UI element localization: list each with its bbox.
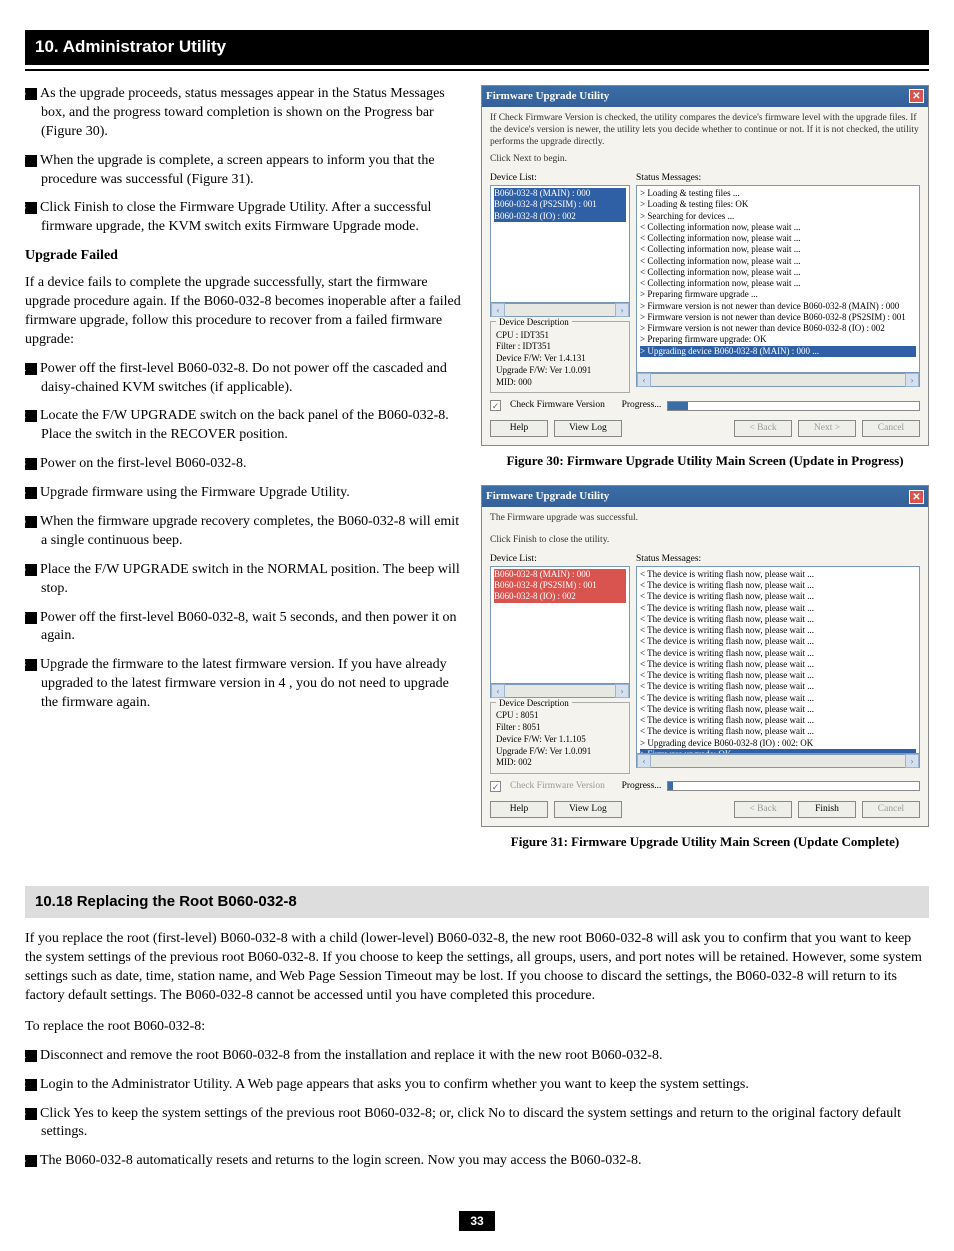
fig31-success: The Firmware upgrade was successful.	[490, 513, 920, 525]
help-button[interactable]: Help	[490, 420, 548, 437]
upgrade-failed-heading: Upgrade Failed	[25, 247, 463, 266]
right-column: Firmware Upgrade Utility ✕ If Check Firm…	[481, 85, 929, 866]
replace-step-4: 4The B060-032-8 automatically resets and…	[25, 1152, 929, 1171]
fig30-title: Firmware Upgrade Utility	[486, 89, 609, 104]
recover-step-2: 2Locate the F/W UPGRADE switch on the ba…	[25, 407, 463, 445]
fig30-status-messages[interactable]: > Loading & testing files ... > Loading …	[636, 185, 920, 373]
recover-step-3: 3Power on the first-level B060-032-8.	[25, 455, 463, 474]
fig30-note: If Check Firmware Version is checked, th…	[490, 113, 920, 149]
left-column: 6As the upgrade proceeds, status message…	[25, 85, 463, 866]
two-column-layout: 6As the upgrade proceeds, status message…	[25, 85, 929, 866]
recover-step-1: 1Power off the first-level B060-032-8. D…	[25, 360, 463, 398]
scrollbar[interactable]: ‹›	[490, 684, 630, 698]
close-icon[interactable]: ✕	[909, 89, 924, 103]
step-7: 7When the upgrade is complete, a screen …	[25, 152, 463, 190]
status-messages-label: Status Messages:	[636, 553, 920, 566]
cancel-button: Cancel	[862, 420, 920, 437]
fig30-titlebar: Firmware Upgrade Utility ✕	[482, 86, 928, 107]
progress-bar	[667, 781, 920, 791]
fig30-device-description: Device Description CPU : IDT351 Filter :…	[490, 321, 630, 393]
progress-bar	[667, 401, 920, 411]
back-button: < Back	[734, 420, 792, 437]
viewlog-button[interactable]: View Log	[554, 420, 622, 437]
help-button[interactable]: Help	[490, 801, 548, 818]
fig31-title: Firmware Upgrade Utility	[486, 489, 609, 504]
subsection-heading: 10.18 Replacing the Root B060-032-8	[25, 886, 929, 918]
upgrade-failed-intro: If a device fails to complete the upgrad…	[25, 274, 463, 350]
section-1018-intro: If you replace the root (first-level) B0…	[25, 930, 929, 1006]
check-firmware-checkbox[interactable]: ✓	[490, 400, 501, 411]
scrollbar[interactable]: ‹›	[636, 373, 920, 387]
fig31-titlebar: Firmware Upgrade Utility ✕	[482, 486, 928, 507]
fig31-device-list[interactable]: B060-032-8 (MAIN) : 000 B060-032-8 (PS2S…	[490, 566, 630, 684]
section-1018-lead: To replace the root B060-032-8:	[25, 1018, 929, 1037]
recover-step-5: 5When the firmware upgrade recovery comp…	[25, 513, 463, 551]
status-messages-label: Status Messages:	[636, 172, 920, 185]
fig31-caption: Figure 31: Firmware Upgrade Utility Main…	[481, 833, 929, 851]
check-firmware-label: Check Firmware Version	[510, 780, 605, 793]
badge-6: 6	[25, 88, 37, 100]
check-firmware-checkbox[interactable]: ✓	[490, 781, 501, 792]
progress-label: Progress...	[622, 399, 662, 412]
close-icon[interactable]: ✕	[909, 490, 924, 504]
fig30-caption: Figure 30: Firmware Upgrade Utility Main…	[481, 452, 929, 470]
recover-step-4: 4Upgrade firmware using the Firmware Upg…	[25, 484, 463, 503]
fig31-dialog: Firmware Upgrade Utility ✕ The Firmware …	[481, 485, 929, 826]
cancel-button: Cancel	[862, 801, 920, 818]
fig31-status-messages[interactable]: < The device is writing flash now, pleas…	[636, 566, 920, 754]
progress-label: Progress...	[622, 780, 662, 793]
device-list-label: Device List:	[490, 553, 630, 566]
recover-step-6: 6Place the F/W UPGRADE switch in the NOR…	[25, 561, 463, 599]
fig31-device-description: Device Description CPU : 8051 Filter : 8…	[490, 702, 630, 774]
finish-button[interactable]: Finish	[798, 801, 856, 818]
scrollbar[interactable]: ‹›	[490, 303, 630, 317]
fig30-click-next: Click Next to begin.	[490, 154, 920, 166]
fig30-dialog: Firmware Upgrade Utility ✕ If Check Firm…	[481, 85, 929, 446]
step-6: 6As the upgrade proceeds, status message…	[25, 85, 463, 142]
viewlog-button[interactable]: View Log	[554, 801, 622, 818]
check-firmware-label: Check Firmware Version	[510, 399, 605, 412]
replace-step-1: 1Disconnect and remove the root B060-032…	[25, 1047, 929, 1066]
recover-step-7: 7Power off the first-level B060-032-8, w…	[25, 609, 463, 647]
back-button: < Back	[734, 801, 792, 818]
badge-7: 7	[25, 155, 37, 167]
fig31-click-finish: Click Finish to close the utility.	[490, 535, 920, 547]
device-list-label: Device List:	[490, 172, 630, 185]
recover-step-8: 8Upgrade the firmware to the latest firm…	[25, 656, 463, 713]
fig30-device-list[interactable]: B060-032-8 (MAIN) : 000 B060-032-8 (PS2S…	[490, 185, 630, 303]
badge-8: 8	[25, 202, 37, 214]
replace-step-3: 3Click Yes to keep the system settings o…	[25, 1105, 929, 1143]
step-8: 8Click Finish to close the Firmware Upgr…	[25, 199, 463, 237]
section-heading: 10. Administrator Utility	[25, 30, 929, 65]
next-button: Next >	[798, 420, 856, 437]
replace-step-2: 2Login to the Administrator Utility. A W…	[25, 1076, 929, 1095]
page-number: 33	[459, 1211, 495, 1231]
scrollbar[interactable]: ‹›	[636, 754, 920, 768]
